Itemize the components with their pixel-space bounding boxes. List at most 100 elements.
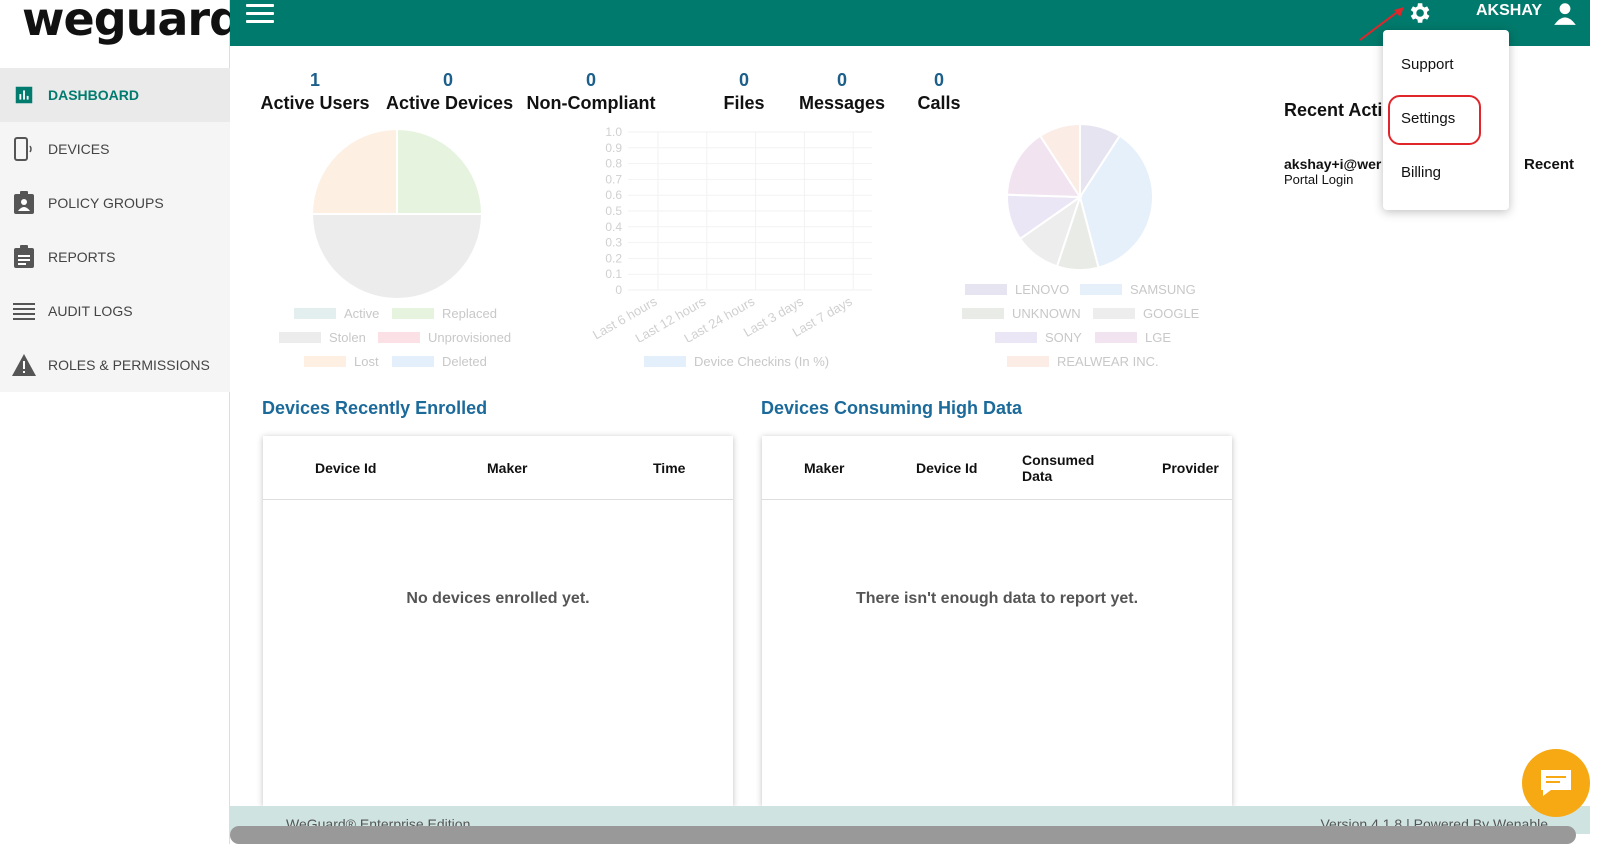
legend-item[interactable]: Stolen	[279, 330, 366, 345]
legend-swatch	[995, 332, 1037, 343]
column-header-provider[interactable]: Provider	[1162, 460, 1219, 476]
y-tick-label: 0.7	[605, 172, 622, 186]
empty-state-text: No devices enrolled yet.	[406, 590, 590, 607]
legend-swatch	[1080, 284, 1122, 295]
y-tick-label: 0.6	[605, 188, 622, 202]
sidebar: weguard DASHBOARD DEVICES POLICY GROUPS …	[0, 0, 242, 844]
sidebar-item-label: AUDIT LOGS	[48, 303, 133, 319]
enrolled-section-title: Devices Recently Enrolled	[262, 398, 488, 418]
legend-swatch	[392, 308, 434, 319]
legend-label: LENOVO	[1015, 282, 1070, 297]
y-tick-label: 0.5	[605, 204, 622, 218]
column-header-time[interactable]: Time	[653, 460, 685, 476]
device-checkins-line-chart: 1.00.90.80.70.60.50.40.30.20.10Last 6 ho…	[590, 125, 872, 342]
y-tick-label: 0.8	[605, 157, 622, 171]
column-header-maker[interactable]: Maker	[487, 460, 527, 476]
sidebar-item-dashboard[interactable]: DASHBOARD	[0, 68, 230, 122]
stat-non-compliant[interactable]: 0 Non-Compliant	[526, 70, 656, 114]
stat-active-devices[interactable]: 0 Active Devices	[386, 70, 514, 114]
legend-label: Stolen	[329, 330, 366, 345]
warning-icon	[12, 353, 36, 377]
menu-item-billing[interactable]: Billing	[1401, 164, 1441, 181]
stat-files[interactable]: 0 Files	[714, 70, 774, 114]
y-tick-label: 0	[615, 283, 622, 297]
legend-swatch	[1093, 308, 1135, 319]
settings-highlight-annotation	[1388, 95, 1481, 145]
y-tick-label: 0.2	[605, 251, 622, 265]
column-header-maker[interactable]: Maker	[804, 460, 844, 476]
stat-value: 0	[738, 70, 749, 90]
device-status-pie-chart	[310, 127, 484, 300]
legend-swatch	[1007, 356, 1049, 367]
legend-swatch	[965, 284, 1007, 295]
legend-item[interactable]: LENOVO	[965, 282, 1069, 297]
legend-item[interactable]: Replaced	[392, 306, 497, 321]
stat-value: 1	[309, 70, 320, 90]
sidebar-item-policy-groups[interactable]: POLICY GROUPS	[0, 176, 230, 230]
column-header-device-id[interactable]: Device Id	[315, 460, 376, 476]
legend-item[interactable]: Active	[294, 306, 379, 321]
sidebar-item-label: ROLES & PERMISSIONS	[48, 357, 210, 373]
y-tick-label: 0.1	[605, 267, 622, 281]
horizontal-scrollbar[interactable]	[230, 826, 1576, 844]
username[interactable]: AKSHAY	[1476, 2, 1542, 20]
legend-item[interactable]: Device Checkins (In %)	[644, 354, 829, 369]
legend-label: Device Checkins (In %)	[694, 354, 830, 369]
legend-item[interactable]: GOOGLE	[1093, 306, 1199, 321]
legend-label: UNKNOWN	[1012, 306, 1081, 321]
manufacturer-pie-chart	[1006, 122, 1154, 271]
stat-label: Messages	[798, 93, 886, 113]
clipboard-icon	[12, 245, 36, 269]
highdata-section-title: Devices Consuming High Data	[761, 398, 1023, 418]
legend-swatch	[644, 356, 686, 367]
legend-item[interactable]: SAMSUNG	[1080, 282, 1196, 297]
red-arrow-annotation	[1359, 7, 1404, 41]
menu-item-support[interactable]: Support	[1401, 56, 1454, 73]
recent-activity-user[interactable]: akshay+i@wer	[1284, 156, 1381, 172]
legend-swatch	[392, 356, 434, 367]
column-header-consumed-data[interactable]: Consumed Data	[1022, 452, 1102, 484]
chat-button[interactable]	[1522, 749, 1590, 817]
sidebar-item-label: POLICY GROUPS	[48, 195, 164, 211]
legend-item[interactable]: REALWEAR INC.	[1007, 354, 1159, 369]
y-tick-label: 1.0	[605, 125, 622, 139]
legend-item[interactable]: LGE	[1095, 330, 1171, 345]
legend-item[interactable]: Deleted	[392, 354, 487, 369]
sidebar-item-roles-permissions[interactable]: ROLES & PERMISSIONS	[0, 338, 230, 392]
sidebar-item-reports[interactable]: REPORTS	[0, 230, 230, 284]
pie-slice-replaced[interactable]	[396, 127, 484, 215]
list-icon	[12, 299, 36, 323]
weguard-logo[interactable]: weguard	[22, 0, 242, 46]
legend-item[interactable]: SONY	[995, 330, 1082, 345]
legend-label: Unprovisioned	[428, 330, 512, 345]
legend-item[interactable]: Unprovisioned	[378, 330, 511, 345]
pie-slice-stolen[interactable]	[310, 213, 484, 300]
stat-value: 0	[585, 70, 596, 90]
pie-slice-lost[interactable]	[310, 127, 398, 215]
sidebar-item-audit-logs[interactable]: AUDIT LOGS	[0, 284, 230, 338]
enrolled-table: Device Id Maker Time No devices enrolled…	[263, 436, 733, 806]
y-tick-label: 0.3	[605, 236, 622, 250]
stat-label: Active Devices	[386, 93, 514, 113]
hamburger-menu-icon[interactable]	[246, 4, 274, 26]
legend-item[interactable]: UNKNOWN	[962, 306, 1081, 321]
legend-label: SAMSUNG	[1130, 282, 1196, 297]
recent-activity-type: Portal Login	[1284, 172, 1354, 187]
stat-value: 0	[836, 70, 847, 90]
sidebar-nav: DASHBOARD DEVICES POLICY GROUPS REPORTS …	[0, 68, 230, 392]
highdata-table: Maker Device Id Consumed Data Provider T…	[762, 436, 1232, 806]
legend-item[interactable]: Lost	[304, 354, 379, 369]
legend-label: Lost	[354, 354, 379, 369]
sidebar-item-label: REPORTS	[48, 249, 116, 265]
sidebar-item-devices[interactable]: DEVICES	[0, 122, 230, 176]
stat-active-users[interactable]: 1 Active Users	[260, 70, 370, 114]
recent-activity-link[interactable]: Recent	[1524, 156, 1574, 173]
stat-messages[interactable]: 0 Messages	[794, 70, 890, 114]
column-header-device-id[interactable]: Device Id	[916, 460, 977, 476]
legend-label: SONY	[1045, 330, 1082, 345]
legend-swatch	[304, 356, 346, 367]
legend-swatch	[962, 308, 1004, 319]
legend-label: Replaced	[442, 306, 497, 321]
user-avatar-icon[interactable]	[1552, 0, 1578, 26]
stat-calls[interactable]: 0 Calls	[910, 70, 968, 114]
